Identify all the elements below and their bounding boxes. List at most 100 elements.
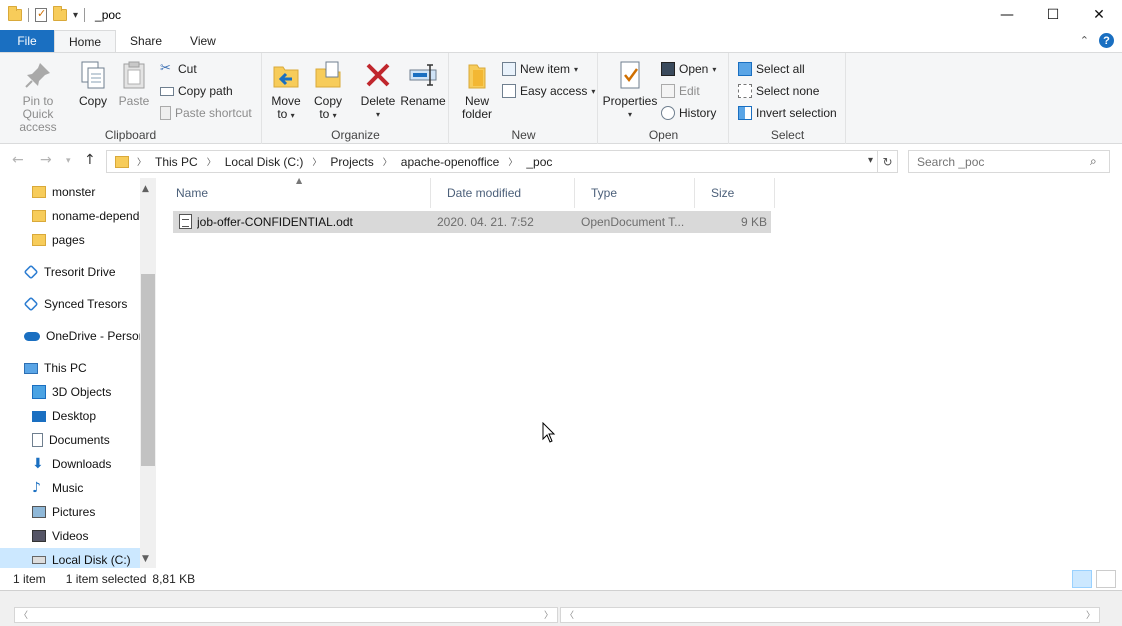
nav-pane-scrollbar[interactable]: ▲ ▼ <box>140 178 156 568</box>
rename-button[interactable]: Rename <box>400 59 446 108</box>
copy-button[interactable]: Copy <box>76 59 110 108</box>
new-folder-button[interactable]: New folder <box>458 59 496 121</box>
properties-button[interactable]: Properties ▾ <box>603 59 657 121</box>
tresorit-icon <box>23 296 39 312</box>
column-header-name[interactable]: Name <box>160 178 431 208</box>
copy-path-button[interactable]: Copy path <box>160 81 233 101</box>
nav-item-local-disk[interactable]: Local Disk (C:) <box>0 548 140 568</box>
scroll-up-icon[interactable]: ▲ <box>142 184 149 194</box>
nav-item-downloads[interactable]: ⬇ Downloads <box>0 452 140 476</box>
collapse-ribbon-icon[interactable]: ⌃ <box>1080 34 1089 47</box>
nav-item-3d-objects[interactable]: 3D Objects <box>0 380 140 404</box>
recent-locations-icon[interactable]: ▾ <box>66 156 71 166</box>
paste-button[interactable]: Paste <box>116 59 152 108</box>
nav-item-monster[interactable]: monster <box>0 180 140 204</box>
rename-icon <box>409 64 437 86</box>
pin-to-quick-access-button[interactable]: Pin to Quick access <box>6 59 70 134</box>
search-input[interactable] <box>908 150 1110 173</box>
scroll-right-icon[interactable]: 〉 <box>544 608 553 621</box>
search-icon[interactable]: ⌕ <box>1090 154 1097 169</box>
easy-access-button[interactable]: Easy access ▾ <box>502 81 595 101</box>
minimize-button[interactable]: — <box>984 0 1030 30</box>
breadcrumb-local-disk[interactable]: Local Disk (C:) <box>225 155 304 169</box>
scroll-down-icon[interactable]: ▼ <box>142 554 149 564</box>
ribbon: Pin to Quick access Copy Paste ✂ Cut Cop… <box>0 52 1122 144</box>
nav-item-synced-tresors[interactable]: Synced Tresors <box>0 292 140 316</box>
delete-button[interactable]: Delete ▾ <box>359 59 397 121</box>
column-header-type[interactable]: Type <box>575 178 695 208</box>
maximize-button[interactable]: ☐ <box>1030 0 1076 30</box>
back-arrow-icon[interactable]: ← <box>12 152 24 168</box>
nav-item-tresorit-drive[interactable]: Tresorit Drive <box>0 260 140 284</box>
tab-file[interactable]: File <box>0 30 54 52</box>
tab-share[interactable]: Share <box>116 30 176 52</box>
edit-button[interactable]: Edit <box>661 81 700 101</box>
forward-arrow-icon[interactable]: → <box>40 152 52 168</box>
nav-item-desktop[interactable]: Desktop <box>0 404 140 428</box>
scroll-left-icon[interactable]: 〈 <box>19 608 28 621</box>
nav-item-this-pc[interactable]: This PC <box>0 356 140 380</box>
address-bar[interactable]: 〉 This PC 〉 Local Disk (C:) 〉 Projects 〉… <box>106 150 878 173</box>
close-button[interactable]: ✕ <box>1076 0 1122 30</box>
breadcrumb-this-pc[interactable]: This PC <box>155 155 198 169</box>
nav-item-videos[interactable]: Videos <box>0 524 140 548</box>
nav-item-onedrive[interactable]: OneDrive - Persor <box>0 324 140 348</box>
desktop-icon <box>32 410 46 422</box>
select-none-button[interactable]: Select none <box>738 81 819 101</box>
move-to-button[interactable]: Move to ▾ <box>269 59 303 122</box>
invert-selection-icon <box>738 106 752 120</box>
select-none-label: Select none <box>756 84 820 98</box>
customize-qat-icon[interactable]: ▾ <box>73 10 78 21</box>
nav-item-label: Pictures <box>52 505 96 519</box>
folder-icon <box>32 234 46 246</box>
copy-to-button[interactable]: Copy to ▾ <box>311 59 345 122</box>
select-all-button[interactable]: Select all <box>738 59 805 79</box>
chevron-right-icon[interactable]: 〉 <box>207 155 216 168</box>
nav-item-pictures[interactable]: Pictures <box>0 500 140 524</box>
open-button[interactable]: Open ▾ <box>661 59 716 79</box>
cut-button[interactable]: ✂ Cut <box>160 59 197 79</box>
scroll-left-icon[interactable]: 〈 <box>565 608 574 621</box>
new-folder-icon[interactable] <box>53 6 67 21</box>
refresh-button[interactable]: ↻ <box>878 150 898 173</box>
odt-file-icon <box>179 214 192 229</box>
horizontal-scrollbar[interactable]: 〈 〉 <box>560 607 1100 623</box>
column-header-date[interactable]: Date modified <box>431 178 575 208</box>
address-history-chevron-icon[interactable]: ▾ <box>868 155 873 166</box>
new-item-button[interactable]: New item ▾ <box>502 59 578 79</box>
chevron-right-icon[interactable]: 〉 <box>508 155 517 168</box>
column-header-size[interactable]: Size <box>695 178 775 208</box>
cube-icon <box>32 385 46 399</box>
details-view-button[interactable] <box>1072 570 1092 588</box>
up-arrow-icon[interactable]: ↑ <box>84 152 96 168</box>
background-window: 〈 〉 〈 〉 <box>0 590 1122 626</box>
video-icon <box>32 530 46 542</box>
breadcrumb-projects[interactable]: Projects <box>330 155 373 169</box>
nav-item-documents[interactable]: Documents <box>0 428 140 452</box>
chevron-right-icon[interactable]: 〉 <box>137 155 146 168</box>
table-row[interactable]: job-offer-CONFIDENTIAL.odt 2020. 04. 21.… <box>173 211 771 233</box>
paste-shortcut-button[interactable]: Paste shortcut <box>160 103 252 123</box>
invert-selection-button[interactable]: Invert selection <box>738 103 837 123</box>
help-icon[interactable]: ? <box>1099 33 1114 48</box>
properties-icon[interactable] <box>35 7 47 22</box>
tab-home[interactable]: Home <box>54 30 117 52</box>
tab-view[interactable]: View <box>176 30 230 52</box>
chevron-right-icon[interactable]: 〉 <box>312 155 321 168</box>
nav-item-noname-dependencies[interactable]: noname-depende <box>0 204 140 228</box>
history-button[interactable]: History <box>661 103 716 123</box>
large-icons-view-button[interactable] <box>1096 570 1116 588</box>
chevron-right-icon[interactable]: 〉 <box>383 155 392 168</box>
item-count: 1 item <box>13 572 46 586</box>
nav-item-music[interactable]: ♪ Music <box>0 476 140 500</box>
folder-icon <box>115 155 129 168</box>
scrollbar-thumb[interactable] <box>141 274 155 466</box>
status-bar: 1 item 1 item selected 8,81 KB <box>0 568 1122 590</box>
scroll-right-icon[interactable]: 〉 <box>1086 608 1095 621</box>
quick-access-toolbar: ▾ <box>0 0 86 30</box>
horizontal-scrollbar[interactable]: 〈 〉 <box>14 607 558 623</box>
new-folder-label-line2: folder <box>461 107 493 121</box>
breadcrumb-poc[interactable]: _poc <box>526 155 552 169</box>
breadcrumb-apache-openoffice[interactable]: apache-openoffice <box>401 155 500 169</box>
nav-item-pages[interactable]: pages <box>0 228 140 252</box>
